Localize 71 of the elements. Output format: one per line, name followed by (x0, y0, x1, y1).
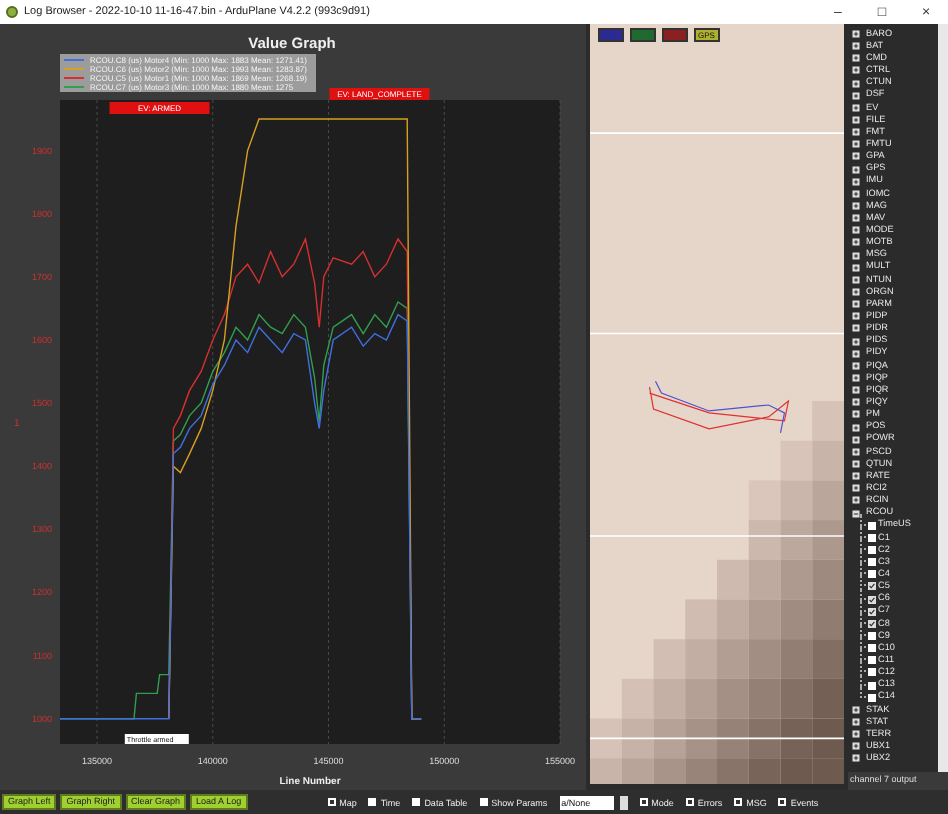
checkbox[interactable] (868, 668, 876, 677)
expand-icon[interactable] (852, 435, 860, 444)
checkbox[interactable] (327, 798, 336, 806)
expand-icon[interactable] (852, 447, 860, 456)
expand-icon[interactable] (852, 484, 860, 493)
checkbox[interactable] (778, 798, 787, 806)
checkbox[interactable] (868, 521, 876, 530)
checkbox[interactable] (868, 595, 876, 604)
expand-icon[interactable] (852, 128, 860, 137)
expand-icon[interactable] (852, 361, 860, 370)
expand-icon[interactable] (852, 386, 860, 395)
checkbox[interactable] (868, 607, 876, 616)
checkbox[interactable] (868, 644, 876, 653)
checkbox[interactable] (868, 545, 876, 554)
expand-icon[interactable] (852, 754, 860, 763)
expand-icon[interactable] (852, 30, 860, 39)
expand-icon[interactable] (852, 116, 860, 125)
expand-icon[interactable] (852, 337, 860, 346)
app-icon (6, 6, 18, 18)
checkbox[interactable] (868, 582, 876, 591)
expand-icon[interactable] (852, 742, 860, 751)
expand-icon[interactable] (852, 288, 860, 297)
checkbox[interactable] (868, 570, 876, 579)
expand-icon[interactable] (852, 214, 860, 223)
checkbox[interactable] (685, 798, 694, 806)
expand-icon[interactable] (852, 374, 860, 382)
expand-icon[interactable] (852, 165, 860, 174)
expand-icon[interactable] (852, 177, 860, 186)
expand-icon[interactable] (852, 54, 860, 63)
expand-icon[interactable] (852, 202, 860, 211)
expand-icon[interactable] (852, 705, 860, 714)
expand-icon[interactable] (852, 189, 860, 198)
expand-icon[interactable] (852, 79, 860, 88)
checkbox[interactable] (639, 798, 648, 806)
expand-icon[interactable] (852, 423, 860, 432)
expand-icon[interactable] (852, 275, 860, 284)
checkbox[interactable] (868, 558, 876, 567)
scrollbar[interactable] (938, 24, 948, 772)
expand-icon[interactable] (852, 66, 860, 75)
expand-icon[interactable] (852, 263, 860, 272)
dropdown-button[interactable] (619, 795, 628, 809)
collapse-icon[interactable] (852, 509, 860, 518)
checkbox[interactable] (734, 798, 743, 806)
expand-icon[interactable] (852, 42, 860, 51)
expand-icon[interactable] (852, 251, 860, 260)
expand-icon[interactable] (852, 324, 860, 333)
checkbox[interactable] (868, 533, 876, 542)
expand-icon[interactable] (852, 472, 860, 481)
checkbox[interactable] (868, 619, 876, 628)
expand-icon[interactable] (852, 152, 860, 161)
expand-icon[interactable] (852, 398, 860, 407)
checkbox[interactable] (412, 798, 421, 806)
checkbox[interactable] (479, 798, 488, 806)
expand-icon[interactable] (852, 103, 860, 112)
expand-icon[interactable] (852, 91, 860, 100)
checkbox[interactable] (868, 631, 876, 640)
expand-icon[interactable] (852, 730, 860, 739)
checkbox[interactable] (868, 656, 876, 665)
checkbox[interactable] (868, 681, 876, 690)
checkbox[interactable] (368, 798, 377, 806)
expand-icon[interactable] (852, 140, 860, 149)
expand-icon[interactable] (852, 300, 860, 309)
expand-icon[interactable] (852, 459, 860, 468)
expand-icon[interactable] (852, 410, 860, 419)
expand-icon[interactable] (852, 226, 860, 235)
expand-icon[interactable] (852, 496, 860, 505)
expand-icon[interactable] (852, 312, 860, 321)
expand-icon[interactable] (852, 717, 860, 726)
expand-icon[interactable] (852, 238, 860, 247)
checkbox[interactable] (868, 693, 876, 702)
expand-icon[interactable] (852, 349, 860, 358)
